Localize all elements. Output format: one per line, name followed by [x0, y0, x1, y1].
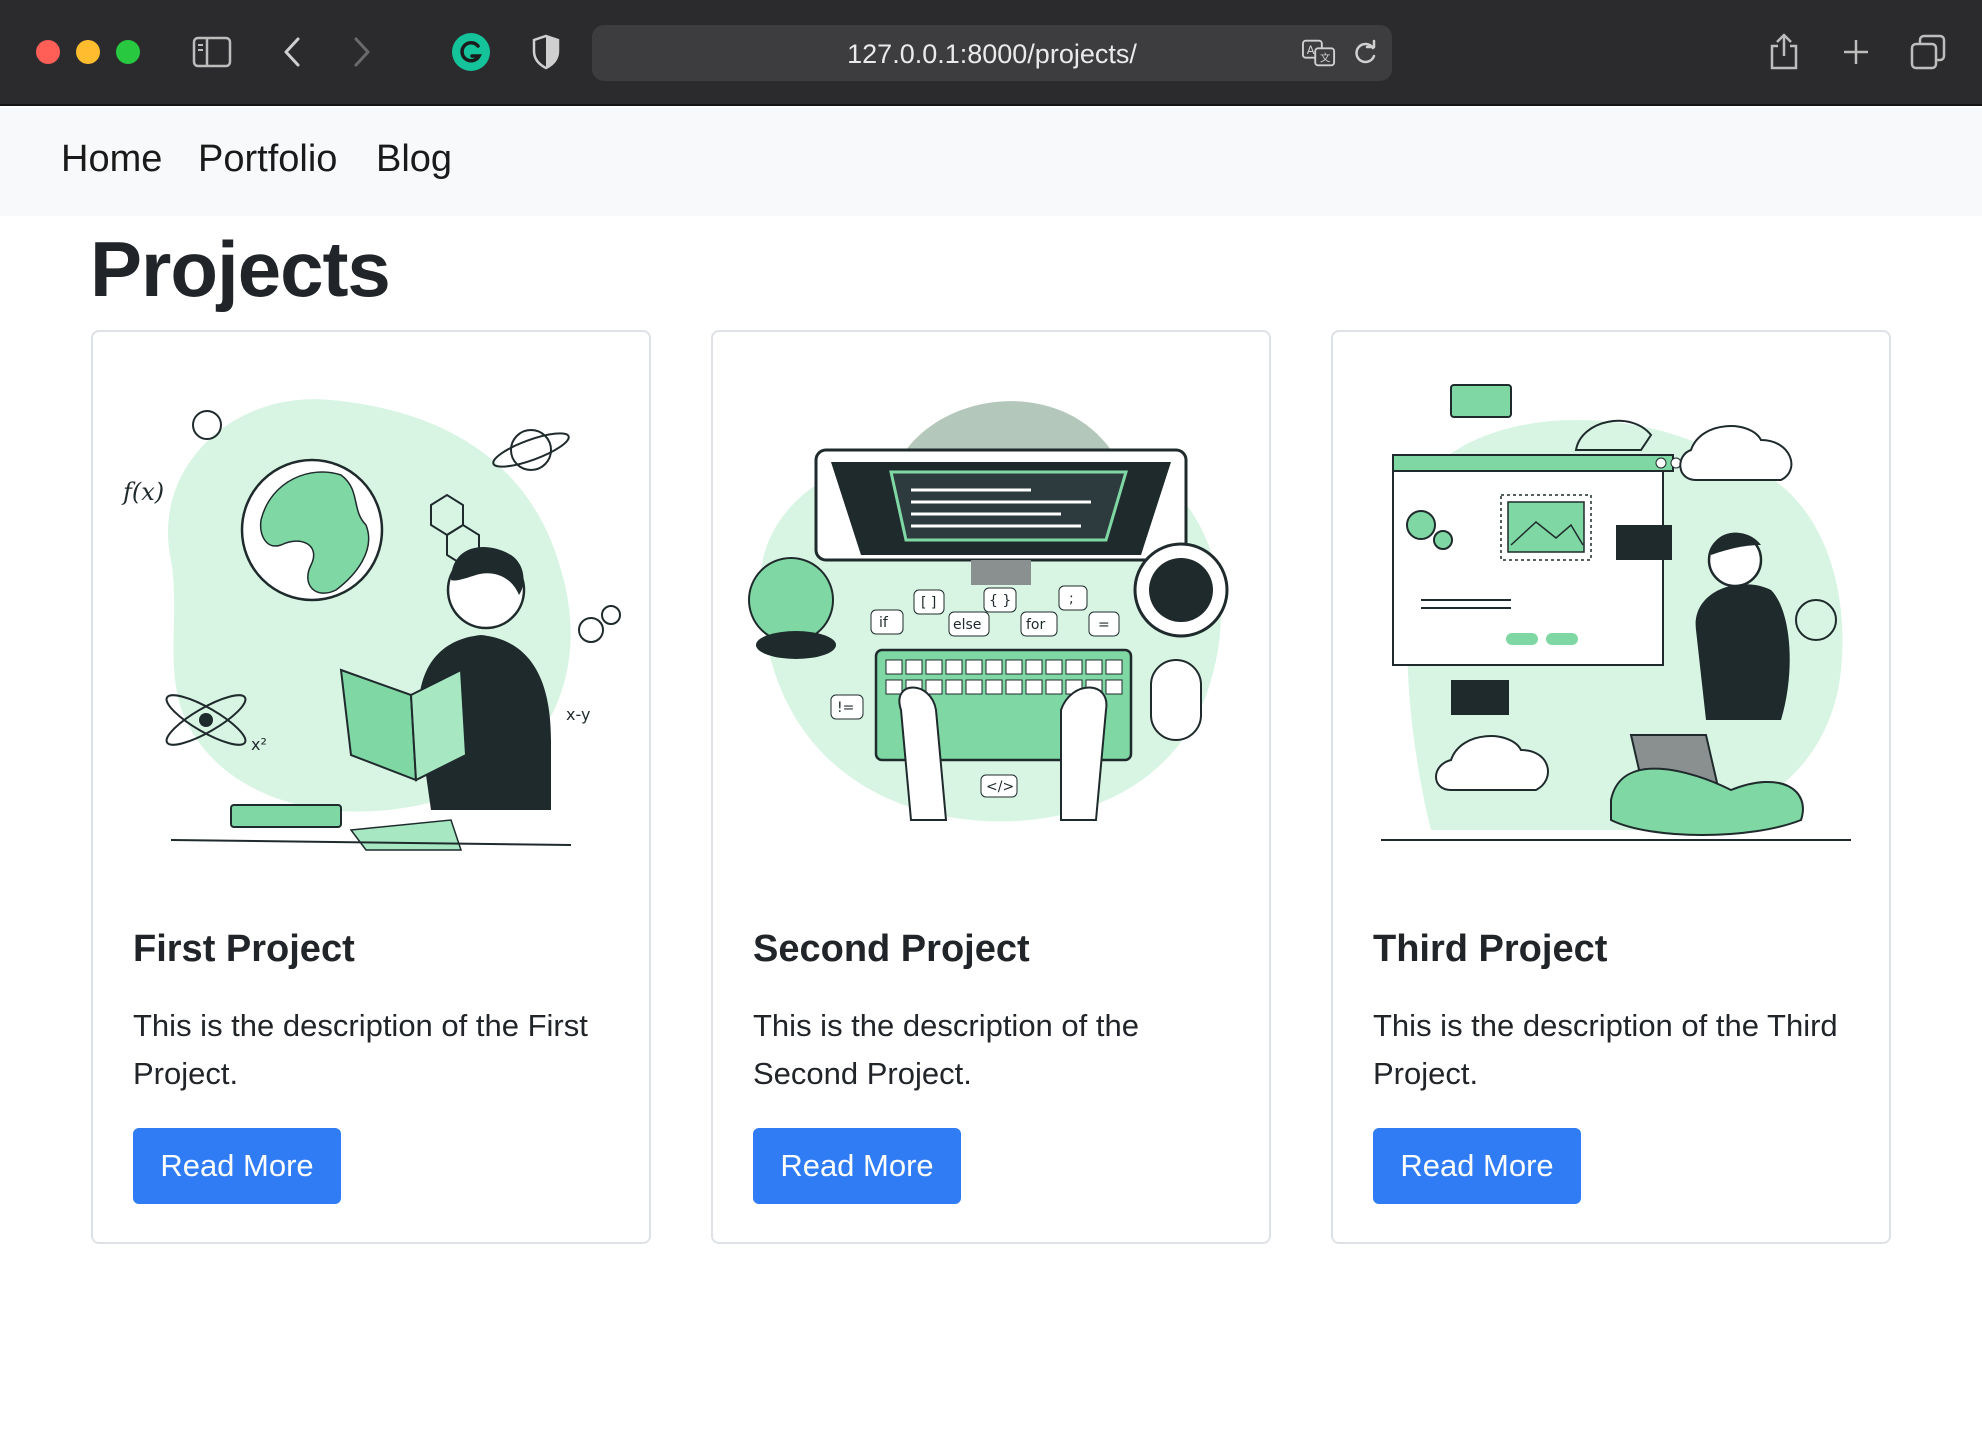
page-title: Projects [90, 225, 391, 313]
code-label: = [1098, 617, 1110, 633]
read-more-button[interactable]: Read More [1373, 1128, 1581, 1204]
nav-link-blog[interactable]: Blog [376, 138, 452, 181]
svg-text:x-y: x-y [566, 705, 590, 724]
project-title: Second Project [753, 928, 1030, 970]
code-label: if [879, 615, 889, 631]
reload-icon[interactable] [1348, 37, 1382, 69]
project-description: This is the description of the Second Pr… [753, 1008, 1139, 1091]
svg-text:x²: x² [251, 735, 267, 754]
code-label: [ ] [921, 595, 936, 611]
read-more-button[interactable]: Read More [133, 1128, 341, 1204]
tab-overview-icon[interactable] [1906, 30, 1950, 74]
read-more-button[interactable]: Read More [753, 1128, 961, 1204]
svg-text:f(x): f(x) [121, 478, 164, 506]
back-icon[interactable] [270, 30, 314, 74]
new-tab-icon[interactable] [1834, 30, 1878, 74]
code-label: else [953, 617, 981, 633]
project-card: if [ ] else { } for ; = != </> Second Pr… [711, 330, 1271, 1244]
grammarly-extension-icon[interactable] [449, 30, 493, 74]
code-label: </> [986, 779, 1014, 795]
url-text: 127.0.0.1:8000/projects/ [847, 39, 1137, 69]
project-card: Third Project This is the description of… [1331, 330, 1891, 1244]
project-description: This is the description of the First Pro… [133, 1008, 588, 1091]
sidebar-toggle-icon[interactable] [190, 30, 234, 74]
nav-link-home[interactable]: Home [61, 138, 162, 181]
translate-icon[interactable]: A文 [1302, 37, 1336, 69]
close-window-button[interactable] [36, 40, 60, 64]
privacy-shield-icon[interactable] [524, 30, 568, 74]
code-label: { } [989, 593, 1011, 609]
reading-person-illustration: f(x) x-y x² [121, 399, 621, 851]
browser-toolbar: 127.0.0.1:8000/projects/ A文 [0, 0, 1982, 106]
nav-link-portfolio[interactable]: Portfolio [198, 138, 337, 181]
project-card: f(x) x-y x² First Project This is the de… [91, 330, 651, 1244]
share-icon[interactable] [1762, 30, 1806, 74]
project-description: This is the description of the Third Pro… [1373, 1008, 1838, 1091]
minimize-window-button[interactable] [76, 40, 100, 64]
maximize-window-button[interactable] [116, 40, 140, 64]
project-title: First Project [133, 928, 355, 970]
project-title: Third Project [1373, 928, 1608, 970]
code-label: ; [1069, 591, 1074, 607]
site-navbar: Home Portfolio Blog [0, 108, 1982, 216]
forward-icon[interactable] [340, 30, 384, 74]
web-design-illustration [1381, 384, 1851, 841]
code-label: for [1026, 617, 1045, 633]
svg-text:A: A [1307, 43, 1315, 57]
address-bar[interactable]: 127.0.0.1:8000/projects/ A文 [592, 25, 1392, 81]
code-label: != [837, 700, 854, 716]
coding-computer-illustration: if [ ] else { } for ; = != </> [748, 401, 1229, 822]
svg-text:文: 文 [1320, 52, 1331, 65]
